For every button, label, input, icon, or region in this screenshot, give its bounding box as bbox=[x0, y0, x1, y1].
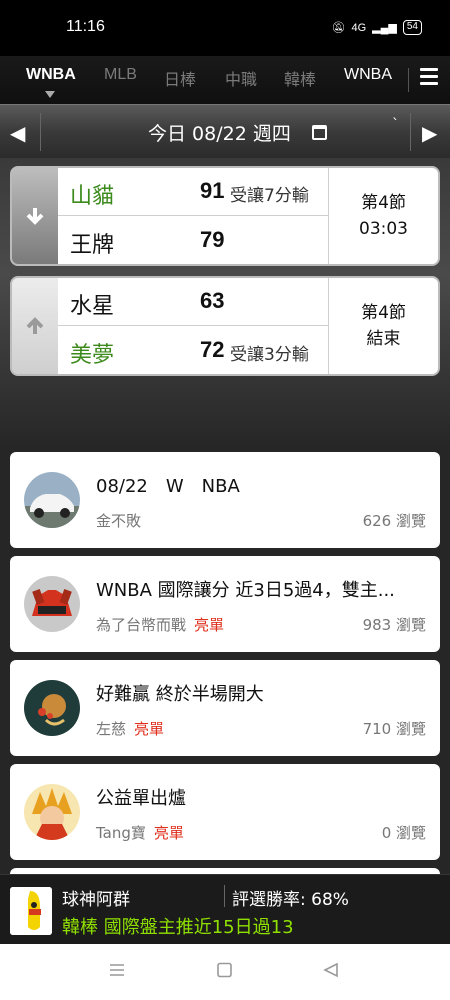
game-side-toggle[interactable] bbox=[12, 278, 58, 374]
game-status: 第4節 結束 bbox=[328, 278, 438, 374]
badge-label: 亮單 bbox=[153, 824, 184, 842]
tab-wnba-2[interactable]: WNBA bbox=[344, 66, 392, 84]
mute-icon: 🔕︎ bbox=[331, 22, 346, 34]
active-tab-indicator bbox=[45, 91, 55, 98]
badge-label: 亮單 bbox=[194, 616, 225, 634]
handicap-result: 受讓7分輸 bbox=[230, 186, 309, 206]
date-separator bbox=[410, 113, 411, 151]
tab-mlb[interactable]: MLB bbox=[104, 66, 137, 84]
team-score: 91 bbox=[200, 178, 225, 203]
team-rows: 水星 63 美夢 72 受讓3分輸 bbox=[58, 278, 328, 374]
sportscar-avatar bbox=[24, 576, 80, 632]
list-item[interactable]: 公益單出爐 Tang寶 亮單 0 瀏覽 bbox=[10, 764, 440, 860]
tab-npb[interactable]: 日棒 bbox=[164, 66, 196, 90]
game-period: 第4節 bbox=[361, 193, 406, 213]
battery-icon: 54 bbox=[402, 20, 422, 35]
banner-win-rate: 評選勝率: 68% bbox=[232, 890, 349, 910]
article-list[interactable]: 08/22 W NBA 金不敗 626 瀏覽 WNBA 國際讓分 近3日5過4，… bbox=[0, 448, 450, 874]
team-row: 王牌 79 bbox=[58, 217, 328, 264]
team-score: 63 bbox=[200, 288, 225, 313]
calendar-icon[interactable] bbox=[312, 125, 327, 140]
article-title: 公益單出爐 bbox=[96, 788, 186, 809]
league-tab-bar: WNBA MLB 日棒 中職 韓棒 WNBA bbox=[0, 56, 450, 104]
tab-kbo[interactable]: 韓棒 bbox=[284, 66, 316, 90]
promo-banner[interactable]: 球神阿群 評選勝率: 68% 韓棒 國際盤主推近15日過13 bbox=[0, 874, 450, 944]
team-score: 72 bbox=[200, 337, 225, 362]
article-title: 好難贏 終於半場開大 bbox=[96, 684, 264, 705]
date-label[interactable]: 今日 08/22 週四 bbox=[148, 119, 291, 146]
next-date-button[interactable]: ▶ bbox=[422, 121, 437, 145]
team-name: 美夢 bbox=[70, 343, 115, 368]
status-bar: 11:16 🔕︎ 4G ▂▄▆ 54 bbox=[0, 0, 450, 56]
article-author: Tang寶 亮單 bbox=[96, 824, 184, 842]
team-score: 79 bbox=[200, 227, 225, 252]
date-separator bbox=[40, 113, 41, 151]
signal-icon: ▂▄▆ bbox=[372, 22, 397, 34]
game-period: 第4節 bbox=[361, 303, 406, 323]
banner-divider bbox=[224, 885, 225, 907]
view-count: 626 瀏覽 bbox=[362, 512, 426, 530]
list-item[interactable]: WNBA 國際讓分 近3日5過4，雙主... 為了台幣而戰 亮單 983 瀏覽 bbox=[10, 556, 440, 652]
game-clock: 結束 bbox=[366, 329, 401, 349]
team-rows: 山貓 91 受讓7分輸 王牌 79 bbox=[58, 168, 328, 264]
team-name: 王牌 bbox=[70, 233, 115, 258]
banner-logo bbox=[10, 887, 52, 935]
banner-pick: 韓棒 國際盤主推近15日過13 bbox=[62, 917, 294, 938]
back-icon[interactable] bbox=[322, 962, 340, 978]
status-icons: 🔕︎ 4G ▂▄▆ 54 bbox=[331, 20, 422, 35]
team-row: 水星 63 bbox=[58, 278, 328, 326]
view-count: 983 瀏覽 bbox=[362, 616, 426, 634]
home-icon[interactable] bbox=[216, 962, 234, 978]
recents-icon[interactable] bbox=[108, 962, 126, 978]
game-status: 第4節 03:03 bbox=[328, 168, 438, 264]
team-row: 美夢 72 受讓3分輸 bbox=[58, 327, 328, 374]
previous-date-button[interactable]: ◀ bbox=[10, 121, 25, 145]
banner-tipster-name: 球神阿群 bbox=[62, 890, 130, 910]
game-clock: 03:03 bbox=[359, 219, 408, 239]
article-title: WNBA 國際讓分 近3日5過4，雙主... bbox=[96, 580, 395, 601]
network-label: 4G bbox=[351, 21, 367, 34]
article-author: 左慈 亮單 bbox=[96, 720, 165, 738]
date-bar: ◀ 今日 08/22 週四 ` ▶ bbox=[0, 104, 450, 158]
anime-avatar bbox=[24, 784, 80, 840]
tab-cpbl[interactable]: 中職 bbox=[225, 66, 257, 90]
article-author: 金不敗 bbox=[96, 512, 142, 530]
badge-label: 亮單 bbox=[134, 720, 165, 738]
menu-icon[interactable] bbox=[420, 68, 438, 90]
team-name: 山貓 bbox=[70, 184, 115, 209]
handicap-result: 受讓3分輸 bbox=[230, 345, 309, 365]
arrow-up-icon bbox=[26, 317, 44, 334]
games-area: 山貓 91 受讓7分輸 王牌 79 第4節 03:03 水星 63 美夢 72 … bbox=[0, 158, 450, 448]
car-avatar bbox=[24, 472, 80, 528]
arrow-down-icon bbox=[26, 208, 44, 225]
date-tick: ` bbox=[392, 117, 399, 133]
status-time: 11:16 bbox=[66, 18, 105, 35]
tab-wnba[interactable]: WNBA bbox=[26, 66, 76, 84]
view-count: 0 瀏覽 bbox=[381, 824, 426, 842]
game-card[interactable]: 水星 63 美夢 72 受讓3分輸 第4節 結束 bbox=[10, 276, 440, 376]
team-name: 水星 bbox=[70, 294, 115, 319]
system-nav-bar bbox=[0, 944, 450, 1000]
character-avatar bbox=[24, 680, 80, 736]
game-side-toggle[interactable] bbox=[12, 168, 58, 264]
list-item[interactable]: 08/22 W NBA 金不敗 626 瀏覽 bbox=[10, 452, 440, 548]
article-author: 為了台幣而戰 亮單 bbox=[96, 616, 225, 634]
article-title: 08/22 W NBA bbox=[96, 476, 240, 497]
tab-divider bbox=[408, 68, 409, 92]
team-row: 山貓 91 受讓7分輸 bbox=[58, 168, 328, 216]
list-item[interactable]: 好難贏 終於半場開大 左慈 亮單 710 瀏覽 bbox=[10, 660, 440, 756]
game-card[interactable]: 山貓 91 受讓7分輸 王牌 79 第4節 03:03 bbox=[10, 166, 440, 266]
view-count: 710 瀏覽 bbox=[362, 720, 426, 738]
